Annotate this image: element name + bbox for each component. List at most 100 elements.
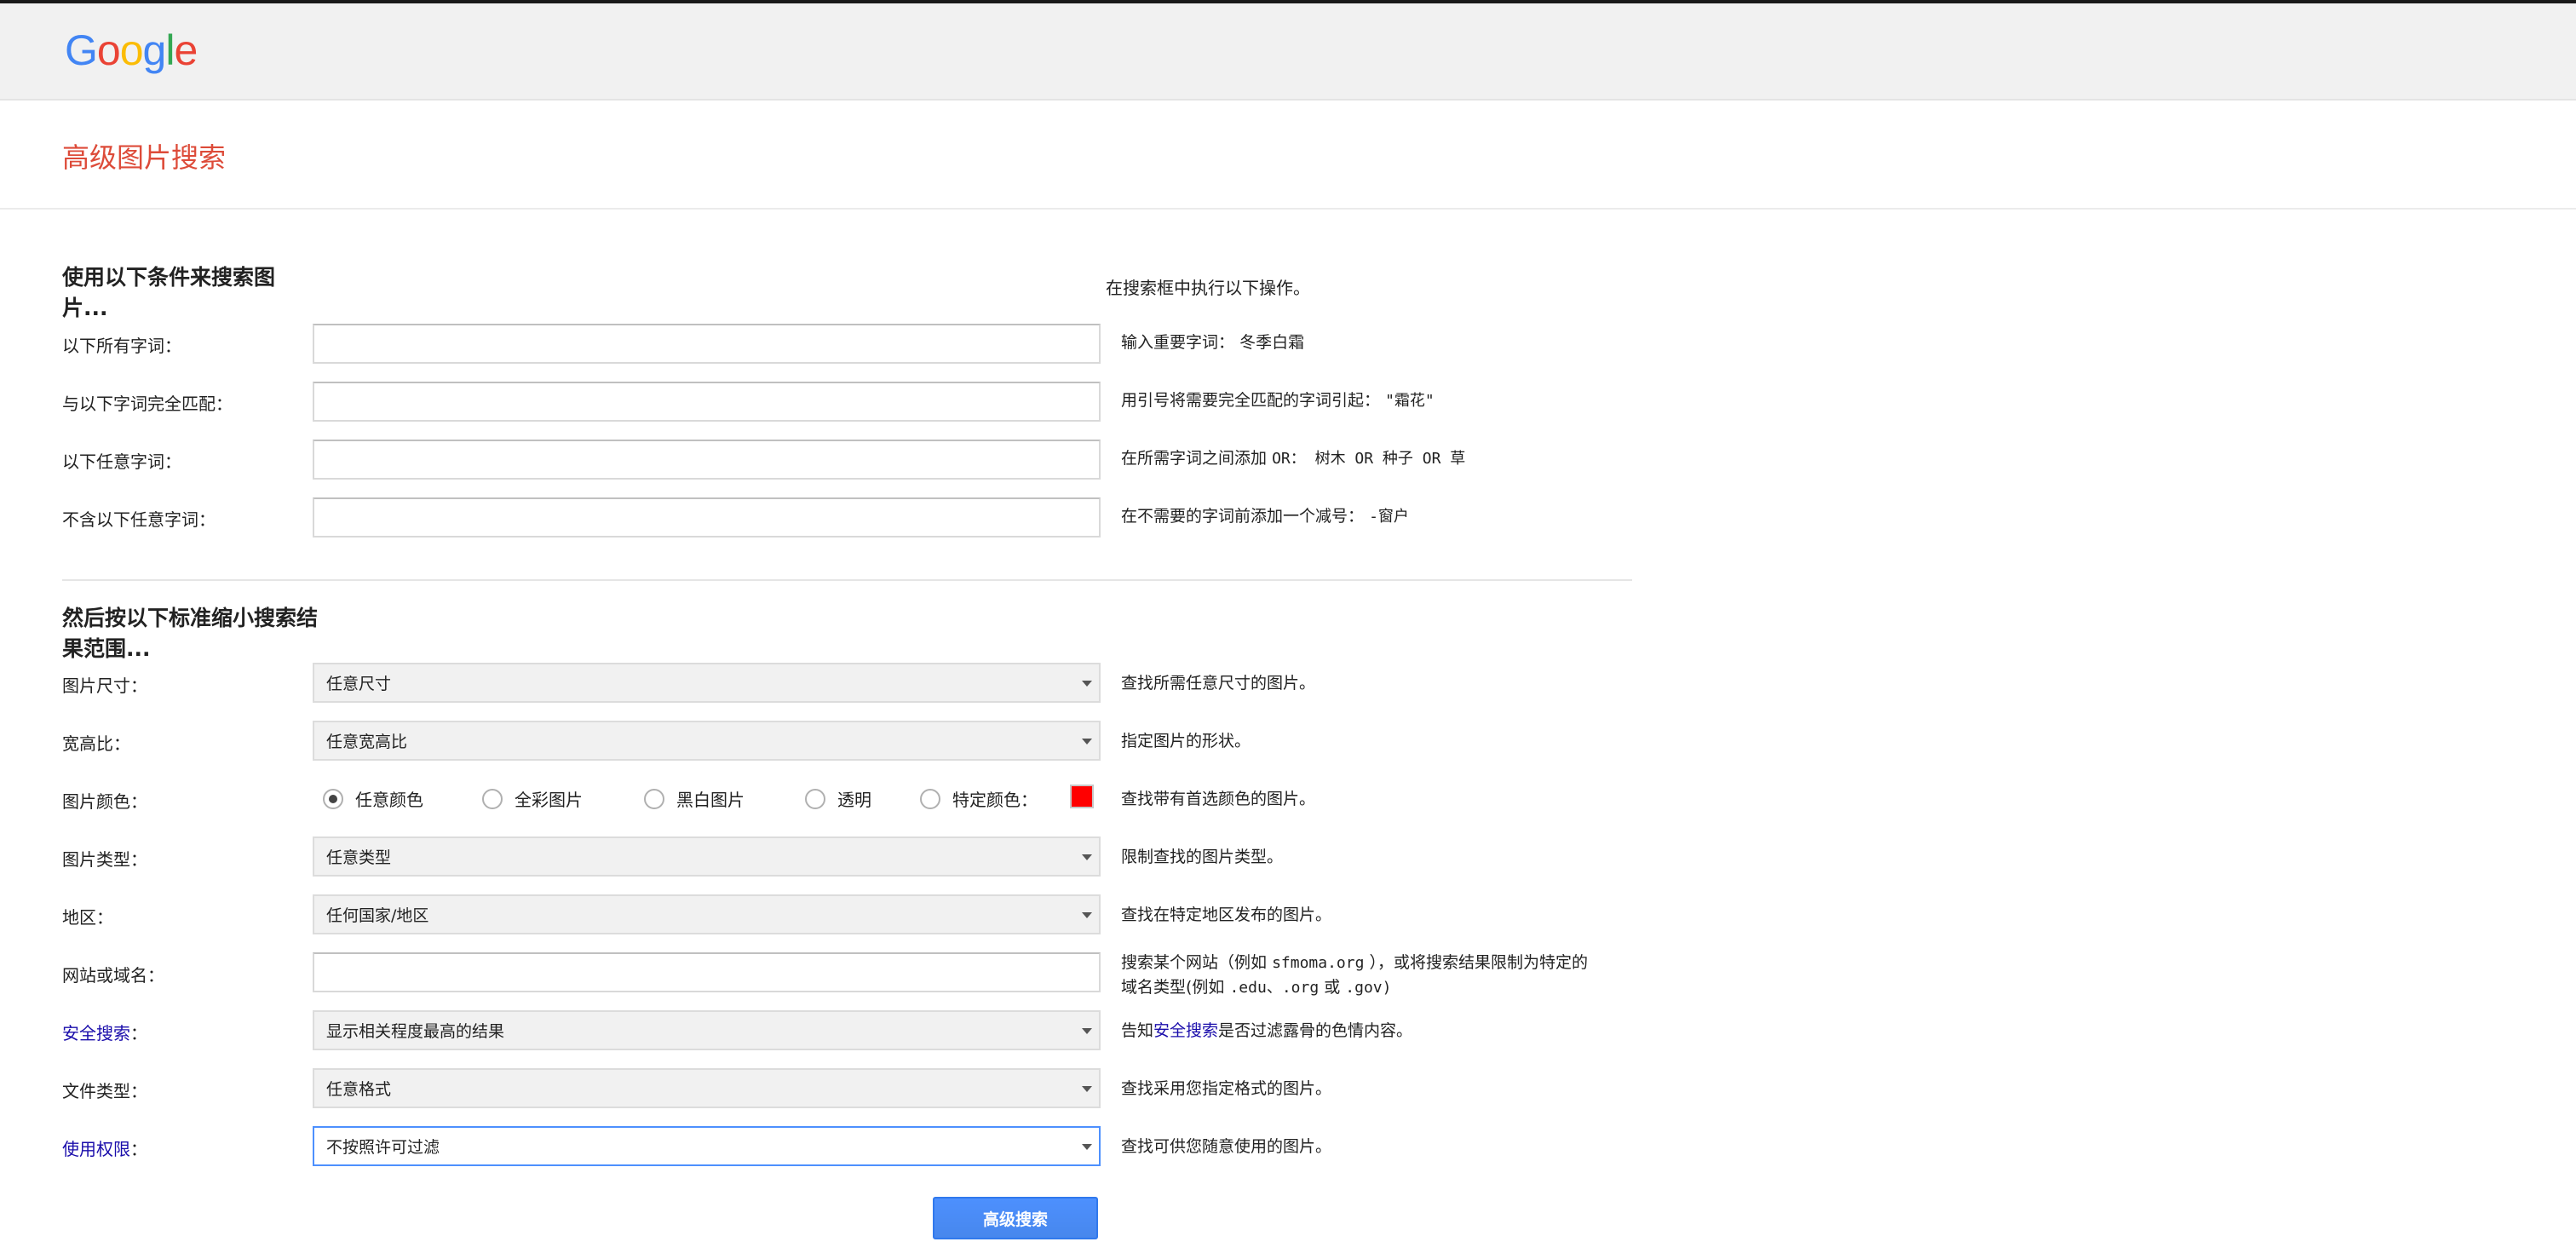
advanced-search-button[interactable]: 高级搜索 xyxy=(933,1197,1098,1239)
image-type-hint: 限制查找的图片类型。 xyxy=(1121,848,1284,866)
hint-header: 在搜索框中执行以下操作。 xyxy=(1106,278,1310,298)
chevron-down-icon xyxy=(1082,1144,1092,1150)
radio-label: 特定颜色： xyxy=(952,790,1038,810)
hint-text: 是否过滤露骨的色情内容。 xyxy=(1218,1021,1413,1040)
aspect-ratio-select[interactable]: 任意宽高比 xyxy=(313,721,1101,761)
exact-phrase-hint: 用引号将需要完全匹配的字词引起： "霜花" xyxy=(1121,388,1632,413)
radio-transparent[interactable]: 透明 xyxy=(805,786,871,811)
usage-rights-label: 使用权限： xyxy=(62,1135,147,1160)
radio-label: 透明 xyxy=(837,790,871,810)
google-logo[interactable]: Google xyxy=(65,26,198,75)
logo-letter: o xyxy=(119,26,144,74)
hint-text: 在所需字词之间添加 xyxy=(1121,449,1268,468)
radio-label: 黑白图片 xyxy=(676,790,745,810)
hint-text: 输入重要字词： xyxy=(1121,333,1235,352)
hint-example: 冬季白霜 xyxy=(1239,333,1305,352)
image-type-select[interactable]: 任意类型 xyxy=(313,836,1101,877)
select-value: 任意尺寸 xyxy=(326,675,392,693)
any-words-input[interactable] xyxy=(313,440,1101,480)
usage-rights-link[interactable]: 使用权限 xyxy=(62,1139,130,1159)
all-words-hint: 输入重要字词： 冬季白霜 xyxy=(1121,331,1632,355)
page-title: 高级图片搜索 xyxy=(62,141,227,174)
logo-letter: g xyxy=(142,26,167,74)
hint-line: 域名类型(例如 .edu、.org 或 .gov) xyxy=(1121,975,1632,1000)
file-type-label: 文件类型： xyxy=(62,1081,147,1101)
none-words-input[interactable] xyxy=(313,497,1101,538)
hint-text: 用引号将需要完全匹配的字词引起： xyxy=(1121,391,1381,410)
radio-specific-color[interactable]: 特定颜色： xyxy=(920,786,1038,811)
hint-text: 在不需要的字词前添加一个减号： xyxy=(1121,507,1365,526)
section-title-narrow-results: 然后按以下标准缩小搜索结果范围... xyxy=(62,606,319,661)
section-divider xyxy=(62,579,1632,581)
site-domain-input[interactable] xyxy=(313,952,1101,992)
image-color-radio-group: 任意颜色 全彩图片 黑白图片 透明 特定颜色： xyxy=(313,783,1101,813)
select-value: 任意宽高比 xyxy=(326,733,408,751)
radio-button-icon xyxy=(805,788,825,809)
hint-text: 告知 xyxy=(1121,1021,1154,1040)
logo-letter: G xyxy=(65,26,98,74)
hint-example: OR： 树木 OR 种子 OR 草 xyxy=(1272,450,1466,468)
image-size-select[interactable]: 任意尺寸 xyxy=(313,663,1101,703)
hint-text: ），或将搜索结果限制为特定的 xyxy=(1369,953,1588,972)
image-size-label: 图片尺寸： xyxy=(62,675,147,696)
all-words-label: 以下所有字词： xyxy=(62,336,181,356)
exact-phrase-input[interactable] xyxy=(313,382,1101,422)
select-value: 显示相关程度最高的结果 xyxy=(326,1022,505,1041)
header-bar: Google xyxy=(0,3,2576,101)
hint-example: "霜花" xyxy=(1385,392,1435,410)
region-select[interactable]: 任何国家/地区 xyxy=(313,894,1101,934)
label-colon: ： xyxy=(130,1023,147,1043)
radio-button-icon xyxy=(482,788,503,809)
any-words-label: 以下任意字词： xyxy=(62,451,181,472)
select-value: 任意类型 xyxy=(326,848,392,867)
safesearch-hint: 告知安全搜索是否过滤露骨的色情内容。 xyxy=(1121,1019,1632,1043)
radio-button-icon xyxy=(920,788,940,809)
aspect-ratio-label: 宽高比： xyxy=(62,733,130,754)
safesearch-link[interactable]: 安全搜索 xyxy=(62,1023,130,1043)
logo-letter: e xyxy=(174,26,198,74)
color-swatch[interactable] xyxy=(1070,785,1094,808)
safesearch-label: 安全搜索： xyxy=(62,1020,147,1044)
image-size-hint: 查找所需任意尺寸的图片。 xyxy=(1121,674,1316,693)
none-words-hint: 在不需要的字词前添加一个减号： -窗户 xyxy=(1121,504,1632,529)
radio-full-color[interactable]: 全彩图片 xyxy=(482,786,583,811)
region-hint: 查找在特定地区发布的图片。 xyxy=(1121,905,1332,924)
hint-example: .gov) xyxy=(1345,979,1392,997)
select-value: 任意格式 xyxy=(326,1080,392,1099)
usage-rights-select[interactable]: 不按照许可过滤 xyxy=(313,1126,1101,1166)
hint-text: 或 xyxy=(1324,978,1341,997)
radio-button-icon xyxy=(644,788,664,809)
hint-example: sfmoma.org xyxy=(1272,954,1365,972)
region-label: 地区： xyxy=(62,907,113,928)
exact-phrase-label: 与以下字词完全匹配： xyxy=(62,394,233,414)
safesearch-select[interactable]: 显示相关程度最高的结果 xyxy=(313,1010,1101,1050)
usage-rights-hint: 查找可供您随意使用的图片。 xyxy=(1121,1137,1332,1156)
radio-label: 全彩图片 xyxy=(515,790,583,810)
none-words-label: 不含以下任意字词： xyxy=(62,509,216,530)
label-colon: ： xyxy=(130,1139,147,1159)
hint-text: 域名类型(例如 xyxy=(1121,978,1225,997)
hint-line: 搜索某个网站（例如 sfmoma.org ），或将搜索结果限制为特定的 xyxy=(1121,951,1632,975)
site-domain-hint: 搜索某个网站（例如 sfmoma.org ），或将搜索结果限制为特定的 域名类型… xyxy=(1121,951,1632,1000)
chevron-down-icon xyxy=(1082,912,1092,918)
image-type-label: 图片类型： xyxy=(62,849,147,870)
title-bar: 高级图片搜索 xyxy=(0,102,2576,210)
radio-label: 任意颜色 xyxy=(355,790,423,810)
image-color-label: 图片颜色： xyxy=(62,791,147,812)
all-words-input[interactable] xyxy=(313,324,1101,364)
select-value: 任何国家/地区 xyxy=(326,906,429,925)
image-color-hint: 查找带有首选颜色的图片。 xyxy=(1121,790,1316,808)
chevron-down-icon xyxy=(1082,854,1092,860)
radio-black-white[interactable]: 黑白图片 xyxy=(644,786,745,811)
section-title-search-terms: 使用以下条件来搜索图片... xyxy=(62,265,276,320)
aspect-ratio-hint: 指定图片的形状。 xyxy=(1121,732,1251,750)
hint-text: 搜索某个网站（例如 xyxy=(1121,953,1268,972)
safesearch-hint-link[interactable]: 安全搜索 xyxy=(1153,1021,1218,1040)
any-words-hint: 在所需字词之间添加 OR： 树木 OR 种子 OR 草 xyxy=(1121,446,1632,471)
radio-any-color[interactable]: 任意颜色 xyxy=(323,786,423,811)
file-type-hint: 查找采用您指定格式的图片。 xyxy=(1121,1079,1332,1098)
file-type-select[interactable]: 任意格式 xyxy=(313,1068,1101,1108)
chevron-down-icon xyxy=(1082,739,1092,744)
logo-letter: l xyxy=(165,26,175,74)
site-domain-label: 网站或域名： xyxy=(62,965,164,986)
